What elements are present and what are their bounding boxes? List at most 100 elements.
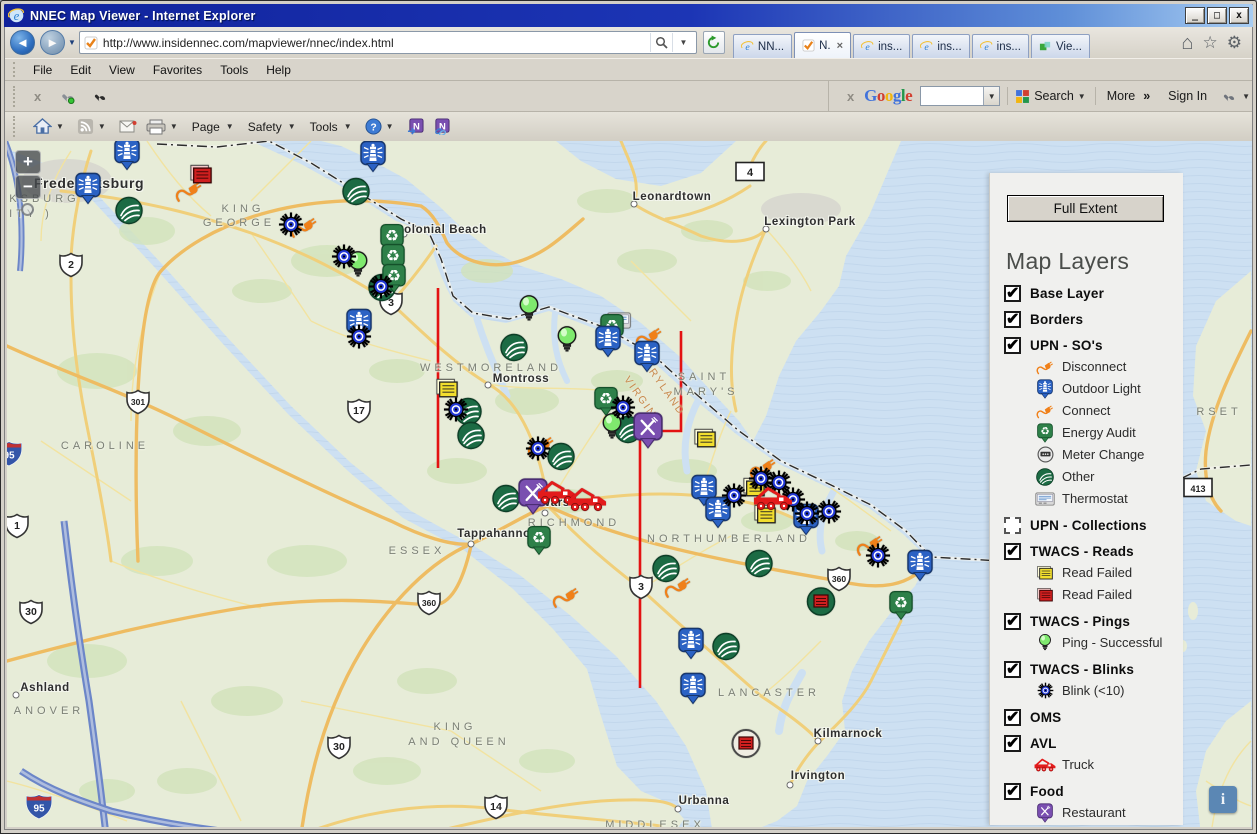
- outdoor-light-marker-icon[interactable]: [75, 173, 101, 210]
- browser-tab-4[interactable]: eins...: [972, 34, 1029, 58]
- google-search-caret[interactable]: ▼: [983, 87, 999, 105]
- outdoor-light-marker-icon[interactable]: [678, 628, 704, 665]
- zoom-out-button[interactable]: −: [15, 175, 41, 199]
- favorites-star-icon[interactable]: ☆: [1203, 34, 1218, 51]
- onenote-linked-notes-icon[interactable]: N: [433, 118, 450, 135]
- forward-button[interactable]: ►: [40, 30, 65, 55]
- blink-marker-icon[interactable]: [443, 397, 469, 428]
- page-caret[interactable]: ▼: [226, 122, 234, 131]
- blink-marker-icon[interactable]: [278, 212, 304, 243]
- print-icon[interactable]: [146, 119, 166, 135]
- toolbar-grip[interactable]: [13, 62, 18, 77]
- feeds-icon[interactable]: [77, 118, 94, 135]
- address-bar[interactable]: http://www.insidennec.com/mapviewer/nnec…: [79, 31, 697, 54]
- url-text[interactable]: http://www.insidennec.com/mapviewer/nnec…: [103, 36, 650, 50]
- back-button[interactable]: ◄: [10, 30, 35, 55]
- help-caret[interactable]: ▼: [386, 122, 394, 131]
- blink-marker-icon[interactable]: [525, 436, 551, 467]
- energy-marker-icon[interactable]: [889, 591, 913, 626]
- blink-marker-icon[interactable]: [346, 324, 372, 355]
- read-mail-icon[interactable]: [119, 120, 137, 134]
- energy-marker-icon[interactable]: [527, 526, 551, 561]
- redbook-green-marker-icon[interactable]: [806, 587, 836, 622]
- info-button[interactable]: i: [1209, 786, 1237, 813]
- layer-checkbox[interactable]: ✔: [1004, 661, 1021, 678]
- refresh-compatibility-button[interactable]: [703, 31, 725, 54]
- recent-pages-caret[interactable]: ▼: [68, 38, 76, 47]
- layer-checkbox[interactable]: ✔: [1004, 543, 1021, 560]
- layer-checkbox[interactable]: ✔: [1004, 783, 1021, 800]
- other-marker-icon[interactable]: [492, 485, 520, 518]
- outdoor-light-marker-icon[interactable]: [680, 673, 706, 710]
- maximize-button[interactable]: □: [1207, 7, 1227, 24]
- google-toolbar-caret[interactable]: ▼: [1242, 92, 1250, 101]
- outdoor-light-marker-icon[interactable]: [114, 141, 140, 176]
- tab-close-icon[interactable]: ×: [837, 40, 843, 52]
- compass-icon[interactable]: [21, 203, 34, 216]
- search-options-caret[interactable]: ▼: [1078, 92, 1086, 101]
- book-red-marker-icon[interactable]: [188, 164, 214, 191]
- google-more-button[interactable]: More: [1107, 89, 1135, 103]
- more-chevrons[interactable]: »: [1143, 89, 1150, 103]
- google-search-button[interactable]: Search: [1034, 89, 1074, 103]
- tools-menu[interactable]: Tools: [310, 120, 338, 134]
- layer-checkbox[interactable]: ✔: [1004, 285, 1021, 302]
- minimize-button[interactable]: _: [1185, 7, 1205, 24]
- layer-checkbox[interactable]: ✔: [1004, 337, 1021, 354]
- zoom-in-button[interactable]: +: [15, 150, 41, 174]
- addon-wrench-icon[interactable]: [92, 89, 107, 104]
- browser-tab-5[interactable]: Vie...: [1031, 34, 1090, 58]
- truck-marker-icon[interactable]: [567, 487, 607, 518]
- address-dropdown-caret[interactable]: ▼: [672, 33, 694, 52]
- menu-view[interactable]: View: [100, 61, 144, 79]
- toolbar-grip[interactable]: [13, 116, 18, 136]
- other-marker-icon[interactable]: [115, 197, 143, 230]
- other-marker-icon[interactable]: [342, 178, 370, 211]
- meter-circle-marker-icon[interactable]: [731, 729, 761, 764]
- layer-checkbox[interactable]: ✔: [1004, 709, 1021, 726]
- blink-marker-icon[interactable]: [368, 274, 394, 305]
- plug-marker-icon[interactable]: [552, 583, 580, 616]
- truck-marker-icon[interactable]: [753, 486, 793, 517]
- layer-checkbox[interactable]: [1004, 517, 1021, 534]
- blink-marker-icon[interactable]: [816, 499, 842, 530]
- ping-marker-icon[interactable]: [518, 294, 540, 329]
- full-extent-button[interactable]: Full Extent: [1007, 195, 1164, 222]
- google-settings-wrench-icon[interactable]: [1221, 89, 1236, 104]
- other-marker-icon[interactable]: [745, 550, 773, 583]
- feeds-caret[interactable]: ▼: [98, 122, 106, 131]
- home-page-icon[interactable]: [33, 118, 52, 135]
- menu-tools[interactable]: Tools: [211, 61, 257, 79]
- toolbar-grip[interactable]: [13, 86, 18, 107]
- search-icon[interactable]: [650, 33, 672, 52]
- addon-tool-icon[interactable]: [59, 88, 76, 105]
- safety-menu[interactable]: Safety: [248, 120, 282, 134]
- menu-favorites[interactable]: Favorites: [144, 61, 211, 79]
- layer-checkbox[interactable]: ✔: [1004, 613, 1021, 630]
- blink-marker-icon[interactable]: [331, 244, 357, 275]
- close-google-toolbar-icon[interactable]: x: [847, 89, 854, 104]
- outdoor-light-marker-icon[interactable]: [595, 326, 621, 363]
- home-icon[interactable]: ⌂: [1181, 33, 1193, 53]
- safety-caret[interactable]: ▼: [288, 122, 296, 131]
- settings-gear-icon[interactable]: ⚙: [1227, 34, 1242, 51]
- book-yellow-marker-icon[interactable]: [692, 428, 718, 455]
- map-viewport[interactable]: ICKSBURGCITY )KINGGEORGEWESTMORELANDSAIN…: [7, 141, 1252, 827]
- restaurant-marker-icon[interactable]: [633, 412, 663, 454]
- page-menu[interactable]: Page: [192, 120, 220, 134]
- blink-marker-icon[interactable]: [721, 483, 747, 514]
- menu-edit[interactable]: Edit: [61, 61, 100, 79]
- print-caret[interactable]: ▼: [170, 122, 178, 131]
- layer-checkbox[interactable]: ✔: [1004, 311, 1021, 328]
- close-button[interactable]: x: [1229, 7, 1249, 24]
- google-search-box[interactable]: ▼: [920, 86, 1000, 106]
- other-marker-icon[interactable]: [712, 633, 740, 666]
- menu-file[interactable]: File: [24, 61, 61, 79]
- plug-marker-icon[interactable]: [664, 573, 692, 606]
- browser-tab-1[interactable]: N.×: [794, 32, 851, 58]
- blink-marker-icon[interactable]: [865, 543, 891, 574]
- browser-tab-3[interactable]: eins...: [912, 34, 969, 58]
- other-marker-icon[interactable]: [500, 334, 528, 367]
- onenote-send-icon[interactable]: N: [407, 118, 424, 135]
- outdoor-light-marker-icon[interactable]: [634, 341, 660, 378]
